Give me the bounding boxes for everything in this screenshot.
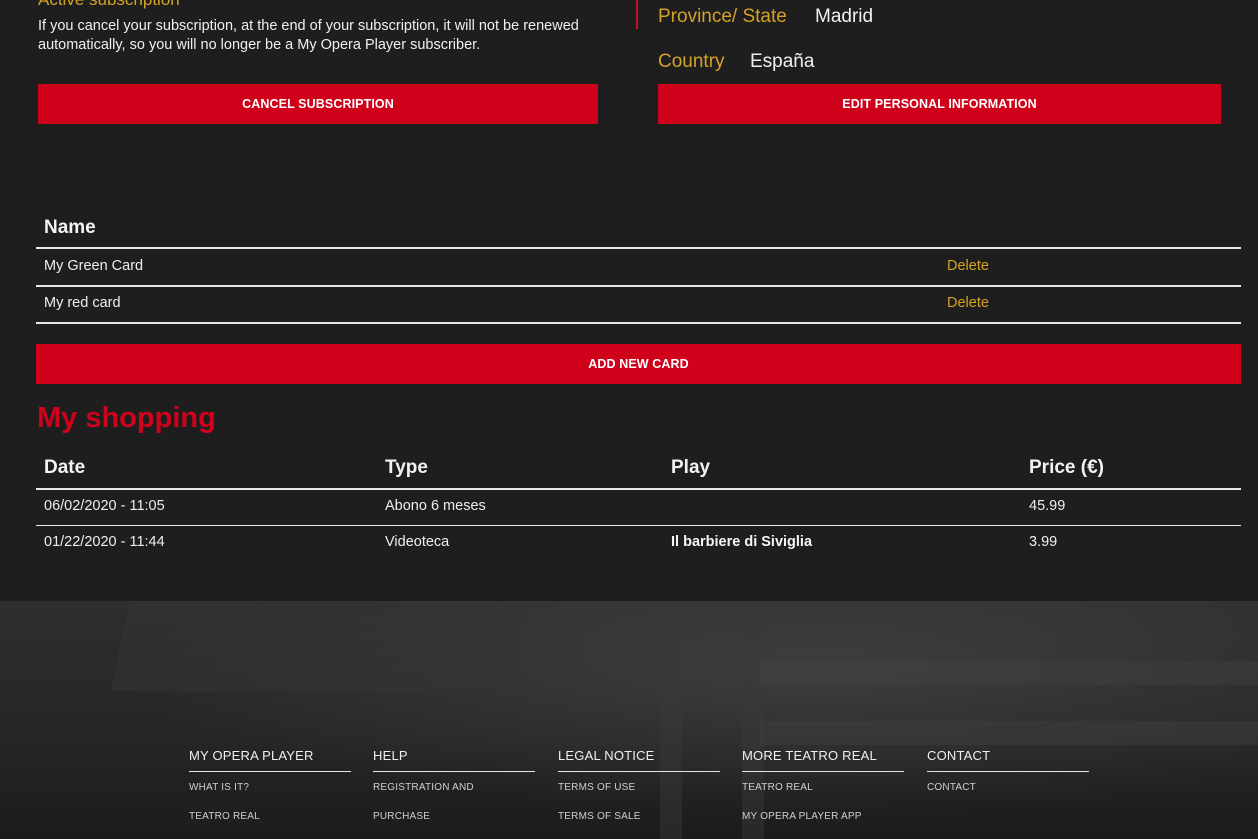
province-label: Province/ State [658,6,787,27]
footer: MY OPERA PLAYER WHAT IS IT? TEATRO REAL … [0,601,1258,839]
theater-background-image [110,601,530,691]
theater-background-image [760,661,1258,685]
theater-background-image [760,721,1258,745]
footer-column-divider [742,771,904,772]
purchase-price: 45.99 [1029,498,1066,514]
theater-background-image [660,601,682,839]
footer-column-divider [927,771,1089,772]
shopping-header-divider [36,488,1241,490]
footer-link[interactable]: PURCHASE [373,811,430,822]
row-divider [36,525,1241,526]
delete-card-link[interactable]: Delete [947,295,989,311]
footer-column-title: LEGAL NOTICE [558,748,655,763]
row-divider [36,285,1241,287]
cards-header-divider [36,247,1241,249]
purchase-type: Abono 6 meses [385,498,486,514]
country-value: España [750,51,815,72]
row-divider [36,322,1241,324]
footer-column-title: CONTACT [927,748,991,763]
card-name: My Green Card [44,258,144,274]
footer-column-divider [373,771,535,772]
footer-link[interactable]: TERMS OF SALE [558,811,641,822]
card-name: My red card [44,295,121,311]
play-column-header: Play [671,457,711,478]
footer-column-divider [189,771,351,772]
footer-link[interactable]: MY OPERA PLAYER APP [742,811,862,822]
footer-link[interactable]: TERMS OF USE [558,782,635,793]
subscription-status-label: Active subscription [38,0,180,10]
cards-name-header: Name [44,217,96,238]
add-new-card-button[interactable]: ADD NEW CARD [36,344,1241,384]
type-column-header: Type [385,457,428,478]
cancel-subscription-button[interactable]: CANCEL SUBSCRIPTION [38,84,598,124]
price-column-header: Price (€) [1029,457,1104,478]
footer-column-title: MY OPERA PLAYER [189,748,314,763]
footer-link[interactable]: WHAT IS IT? [189,782,249,793]
footer-link[interactable]: REGISTRATION AND [373,782,474,793]
theater-background-image [742,601,764,839]
purchase-date: 01/22/2020 - 11:44 [44,534,165,550]
section-divider [636,0,638,29]
province-value: Madrid [815,6,874,27]
footer-column-divider [558,771,720,772]
footer-link[interactable]: TEATRO REAL [189,811,260,822]
purchase-price: 3.99 [1029,534,1058,550]
cancel-subscription-info: If you cancel your subscription, at the … [38,18,579,53]
date-column-header: Date [44,457,86,478]
footer-link[interactable]: TEATRO REAL [742,782,813,793]
shopping-section-title: My shopping [37,402,216,434]
delete-card-link[interactable]: Delete [947,258,989,274]
country-label: Country [658,51,725,72]
purchase-play: Il barbiere di Siviglia [671,534,813,550]
purchase-date: 06/02/2020 - 11:05 [44,498,165,514]
edit-personal-information-button[interactable]: EDIT PERSONAL INFORMATION [658,84,1221,124]
footer-column-title: MORE TEATRO REAL [742,748,877,763]
footer-link[interactable]: CONTACT [927,782,976,793]
purchase-type: Videoteca [385,534,450,550]
footer-column-title: HELP [373,748,408,763]
